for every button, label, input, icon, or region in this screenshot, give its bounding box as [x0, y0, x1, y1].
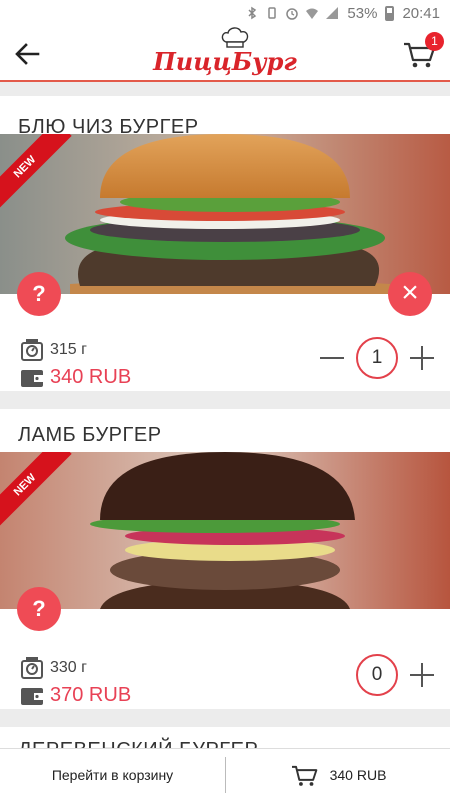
cart-icon: [291, 765, 317, 786]
info-button[interactable]: ?: [17, 272, 61, 316]
quantity-value: 1: [356, 337, 398, 379]
cart-total: 340 RUB: [329, 766, 387, 783]
app-bar: ПиццБург 1: [0, 26, 450, 82]
product-title: ЛАМБ БУРГЕР: [18, 424, 162, 446]
wifi-icon: [306, 8, 319, 19]
quantity-value: 0: [356, 654, 398, 696]
burger-photo: [0, 452, 450, 609]
wallet-icon: [21, 687, 43, 705]
product-price: 370 RUB: [50, 684, 132, 706]
burger-photo: [0, 134, 450, 294]
vibrate-icon: [268, 7, 277, 19]
alarm-icon: [286, 8, 299, 20]
scale-icon: [21, 339, 43, 361]
product-image[interactable]: NEW: [0, 134, 450, 294]
battery-percent: 53%: [347, 4, 378, 22]
decrease-button[interactable]: [318, 344, 346, 372]
product-price: 340 RUB: [50, 366, 132, 388]
status-icons: [245, 6, 339, 20]
clock: 20:41: [402, 4, 440, 22]
product-list[interactable]: БЛЮ ЧИЗ БУРГЕР NEW ? × 315 г 340 RUB 1 Л…: [0, 84, 450, 756]
weight-row: 330 г: [20, 657, 87, 679]
battery-icon: [385, 5, 395, 21]
product-weight: 315 г: [50, 341, 87, 358]
quantity-stepper: 1: [318, 337, 436, 379]
logo-text: ПиццБург: [153, 47, 297, 76]
cart-badge: 1: [425, 32, 444, 51]
product-card: БЛЮ ЧИЗ БУРГЕР NEW ? × 315 г 340 RUB 1: [0, 96, 450, 391]
weight-row: 315 г: [20, 339, 87, 361]
go-to-cart-button[interactable]: Перейти в корзину: [0, 767, 225, 783]
info-button[interactable]: ?: [17, 587, 61, 631]
quantity-stepper: 0: [356, 654, 436, 696]
remove-button[interactable]: ×: [388, 272, 432, 316]
scale-icon: [21, 657, 43, 679]
bottom-bar: Перейти в корзину 340 RUB: [0, 748, 450, 800]
bluetooth-icon: [248, 6, 257, 20]
wallet-icon: [21, 369, 43, 387]
price-row: 340 RUB: [20, 366, 131, 389]
signal-icon: [326, 7, 339, 19]
increase-button[interactable]: [408, 661, 436, 689]
back-arrow-icon[interactable]: [12, 38, 44, 70]
app-logo: ПиццБург: [138, 27, 312, 76]
product-image[interactable]: NEW: [0, 452, 450, 609]
status-bar: 53% 20:41: [0, 0, 450, 26]
product-card: ЛАМБ БУРГЕР NEW ? 330 г 370 RUB 0: [0, 409, 450, 709]
cart-total-button[interactable]: 340 RUB: [226, 762, 450, 788]
chef-hat-icon: [221, 27, 249, 48]
price-row: 370 RUB: [20, 684, 131, 707]
product-weight: 330 г: [50, 659, 87, 676]
increase-button[interactable]: [408, 344, 436, 372]
